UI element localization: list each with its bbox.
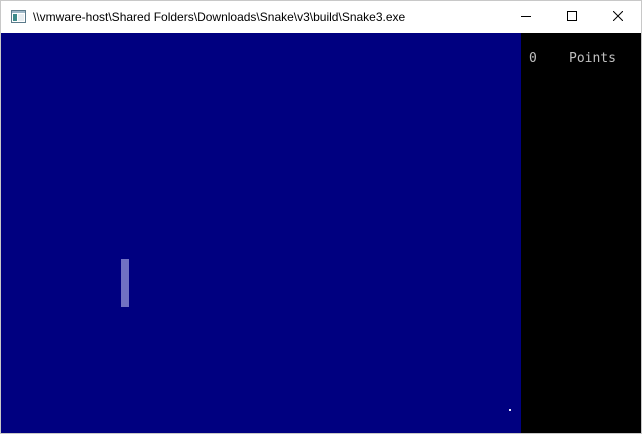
console-area: 0 Points [1,33,641,433]
score-panel: 0 Points [521,33,641,433]
maximize-button[interactable] [549,1,595,33]
app-window: \\vmware-host\Shared Folders\Downloads\S… [0,0,642,434]
game-playfield [1,33,521,433]
window-title: \\vmware-host\Shared Folders\Downloads\S… [33,10,406,24]
score-value: 0 [529,51,537,66]
close-icon [612,8,624,26]
maximize-icon [567,8,577,26]
console-window-icon [11,10,26,23]
minimize-icon [521,8,531,26]
food-pellet [509,409,511,411]
score-label: Points [569,51,616,66]
title-bar[interactable]: \\vmware-host\Shared Folders\Downloads\S… [1,1,641,33]
minimize-button[interactable] [503,1,549,33]
close-button[interactable] [595,1,641,33]
snake [121,259,129,307]
